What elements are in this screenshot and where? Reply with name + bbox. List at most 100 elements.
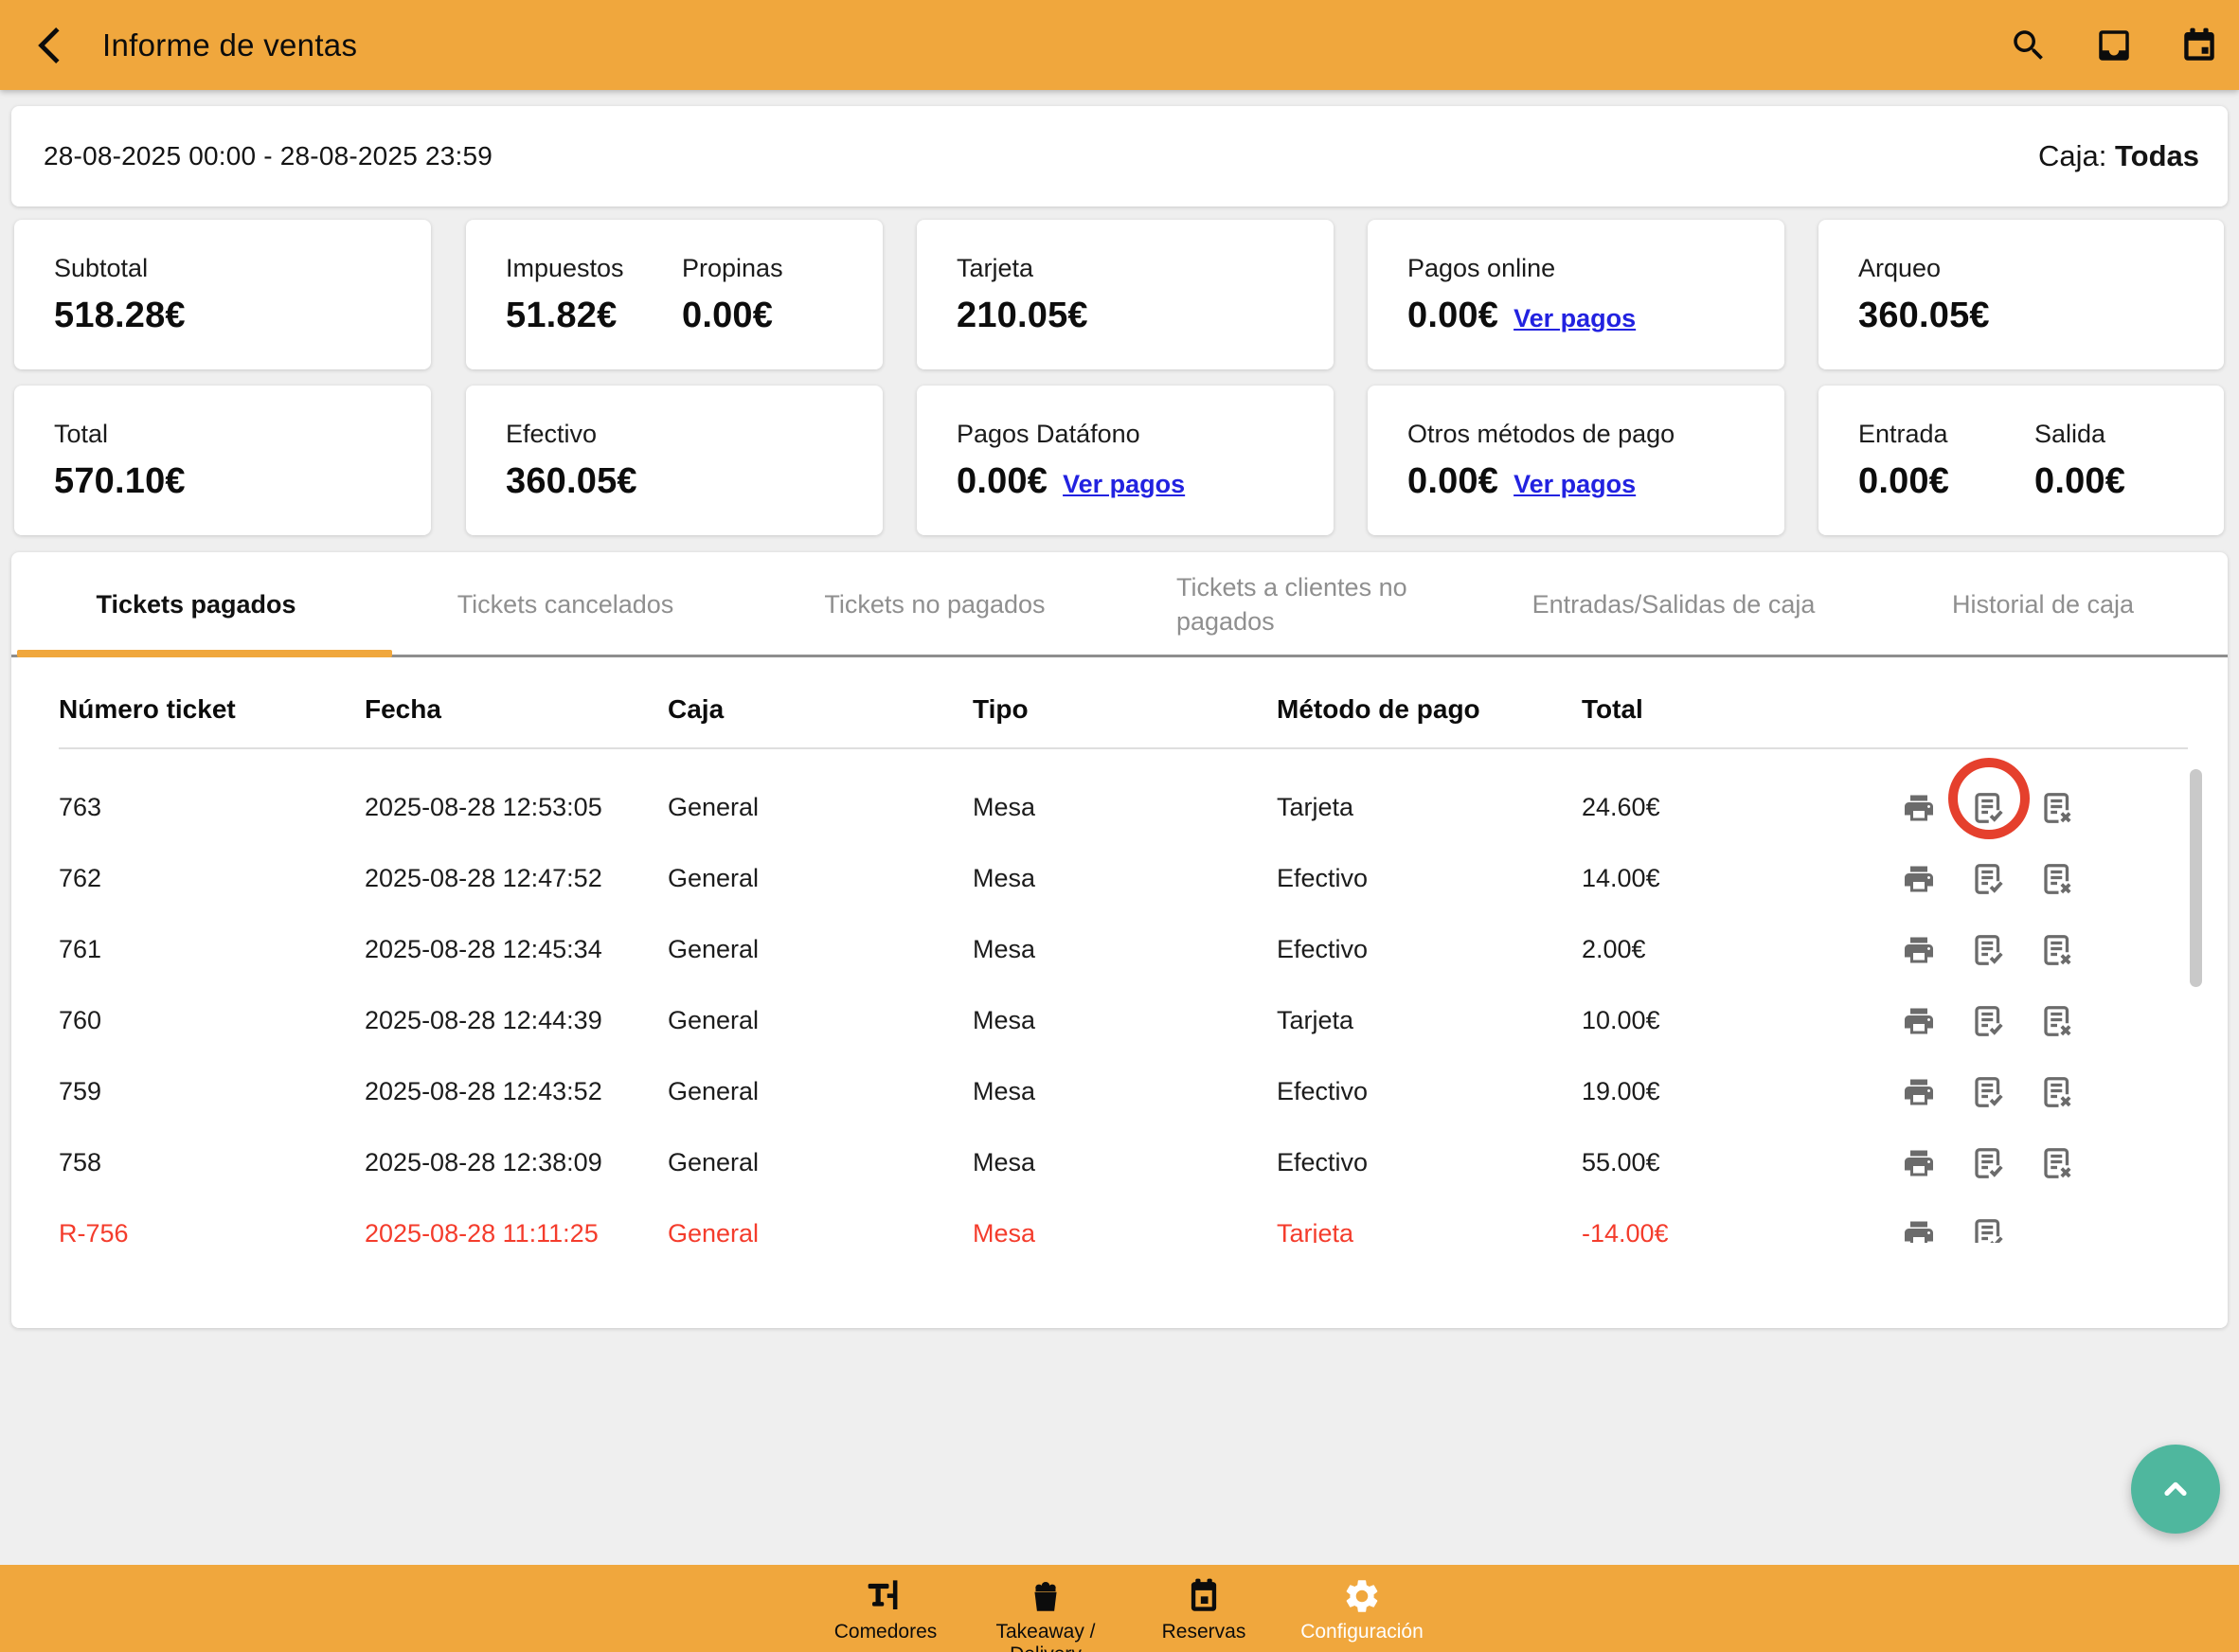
header-divider	[59, 747, 2188, 749]
print-ticket-icon[interactable]	[1899, 1143, 1939, 1183]
card-impuestos-propinas: Impuestos 51.82€ Propinas 0.00€	[466, 220, 883, 369]
col-header-numero-ticket: Número ticket	[59, 694, 365, 725]
card-value: 0.00€	[682, 296, 783, 336]
card-value: 0.00€	[1407, 296, 1498, 336]
card-label: Entrada	[1858, 420, 2034, 449]
active-tab-indicator	[17, 650, 392, 657]
nav-configuracion[interactable]: Configuración	[1286, 1576, 1438, 1643]
tab-tickets-no-pagados[interactable]: Tickets no pagados	[750, 552, 1120, 656]
ticket-cancel-icon[interactable]	[2037, 1143, 2077, 1183]
card-label: Subtotal	[54, 254, 431, 283]
card-total: Total 570.10€	[14, 386, 431, 535]
tab-historial-caja[interactable]: Historial de caja	[1858, 552, 2228, 656]
card-value: 570.10€	[54, 461, 431, 502]
tab-tickets-pagados[interactable]: Tickets pagados	[11, 552, 381, 656]
scroll-to-top-button[interactable]	[2131, 1445, 2220, 1534]
tab-bar: Tickets pagados Tickets cancelados Ticke…	[11, 552, 2228, 656]
caja-label: Caja:	[2038, 139, 2106, 172]
ticket-cancel-icon[interactable]	[2037, 859, 2077, 899]
card-otros-metodos: Otros métodos de pago 0.00€ Ver pagos	[1368, 386, 1784, 535]
col-header-tipo: Tipo	[973, 694, 1277, 725]
card-pagos-online: Pagos online 0.00€ Ver pagos	[1368, 220, 1784, 369]
table-header: Número ticket Fecha Caja Tipo Método de …	[11, 675, 2228, 744]
table-row[interactable]: 762 2025-08-28 12:47:52 General Mesa Efe…	[11, 843, 2228, 914]
print-ticket-icon[interactable]	[1899, 1072, 1939, 1112]
card-label: Tarjeta	[957, 254, 1334, 283]
sales-report-screen: Informe de ventas	[0, 0, 2239, 1652]
ticket-cancel-icon[interactable]	[2037, 930, 2077, 970]
table-row[interactable]: 761 2025-08-28 12:45:34 General Mesa Efe…	[11, 914, 2228, 985]
card-value: 518.28€	[54, 296, 431, 336]
card-subtotal: Subtotal 518.28€	[14, 220, 431, 369]
tab-entradas-salidas[interactable]: Entradas/Salidas de caja	[1489, 552, 1858, 656]
card-value: 0.00€	[2034, 461, 2125, 502]
nav-comedores[interactable]: Comedores	[810, 1576, 961, 1643]
scrollbar-thumb[interactable]	[2190, 769, 2202, 987]
print-ticket-icon[interactable]	[1899, 1214, 1939, 1244]
table-row[interactable]: 759 2025-08-28 12:43:52 General Mesa Efe…	[11, 1056, 2228, 1127]
ticket-paid-icon[interactable]	[1968, 859, 2008, 899]
card-value: 0.00€	[957, 461, 1048, 502]
app-bar: Informe de ventas	[0, 0, 2239, 90]
card-value: 51.82€	[506, 296, 682, 336]
table-row[interactable]: 760 2025-08-28 12:44:39 General Mesa Tar…	[11, 985, 2228, 1056]
col-header-metodo-pago: Método de pago	[1277, 694, 1582, 725]
dining-table-icon	[865, 1576, 906, 1616]
back-button[interactable]	[21, 17, 78, 74]
reservation-book-icon	[1184, 1576, 1224, 1616]
card-label: Pagos online	[1407, 254, 1784, 283]
card-efectivo: Efectivo 360.05€	[466, 386, 883, 535]
card-value: 0.00€	[1407, 461, 1498, 502]
table-row[interactable]: 763 2025-08-28 12:53:05 General Mesa Tar…	[11, 772, 2228, 843]
card-label: Otros métodos de pago	[1407, 420, 1784, 449]
ticket-cancel-icon[interactable]	[2037, 1001, 2077, 1041]
col-header-fecha: Fecha	[365, 694, 668, 725]
col-header-caja: Caja	[668, 694, 973, 725]
card-value: 360.05€	[506, 461, 883, 502]
nav-takeaway-delivery[interactable]: Takeaway / Delivery	[970, 1576, 1121, 1652]
tab-tickets-clientes-no-pagados[interactable]: Tickets a clientes no pagados	[1120, 552, 1489, 656]
back-arrow-icon	[27, 24, 71, 67]
app-bar-actions	[2008, 0, 2220, 90]
ticket-paid-icon[interactable]	[1968, 930, 2008, 970]
print-ticket-icon[interactable]	[1899, 1001, 1939, 1041]
ticket-paid-icon[interactable]	[1968, 1143, 2008, 1183]
ver-pagos-link[interactable]: Ver pagos	[1514, 304, 1636, 333]
inbox-tray-icon[interactable]	[2093, 25, 2135, 66]
ver-pagos-link[interactable]: Ver pagos	[1063, 470, 1185, 499]
filter-bar[interactable]: 28-08-2025 00:00 - 28-08-2025 23:59 Caja…	[11, 106, 2228, 206]
card-value: 210.05€	[957, 296, 1334, 336]
print-ticket-icon[interactable]	[1899, 788, 1939, 828]
print-ticket-icon[interactable]	[1899, 930, 1939, 970]
ticket-cancel-icon[interactable]	[2037, 1072, 2077, 1112]
card-label: Total	[54, 420, 431, 449]
ticket-paid-icon[interactable]	[1968, 1214, 2008, 1244]
gear-icon	[1342, 1576, 1382, 1616]
ticket-cancel-icon[interactable]	[2037, 788, 2077, 828]
tickets-list: 763 2025-08-28 12:53:05 General Mesa Tar…	[11, 751, 2228, 1243]
card-arqueo: Arqueo 360.05€	[1818, 220, 2224, 369]
card-entrada-salida: Entrada 0.00€ Salida 0.00€	[1818, 386, 2224, 535]
search-icon[interactable]	[2008, 25, 2050, 66]
page-title: Informe de ventas	[102, 27, 357, 63]
card-label: Efectivo	[506, 420, 883, 449]
card-tarjeta: Tarjeta 210.05€	[917, 220, 1334, 369]
table-row[interactable]: 758 2025-08-28 12:38:09 General Mesa Efe…	[11, 1127, 2228, 1198]
tickets-panel: Tickets pagados Tickets cancelados Ticke…	[11, 552, 2228, 1328]
print-ticket-icon[interactable]	[1899, 859, 1939, 899]
tab-tickets-cancelados[interactable]: Tickets cancelados	[381, 552, 750, 656]
nav-reservas[interactable]: Reservas	[1128, 1576, 1280, 1643]
card-label: Propinas	[682, 254, 783, 283]
caja-selector[interactable]: Caja: Todas	[2038, 139, 2199, 173]
ticket-paid-icon[interactable]	[1968, 788, 2008, 828]
ticket-paid-icon[interactable]	[1968, 1001, 2008, 1041]
calendar-icon[interactable]	[2178, 25, 2220, 66]
card-label: Salida	[2034, 420, 2125, 449]
chevron-up-icon	[2153, 1466, 2198, 1512]
ticket-paid-icon[interactable]	[1968, 1072, 2008, 1112]
takeaway-bag-icon	[1026, 1576, 1066, 1616]
ver-pagos-link[interactable]: Ver pagos	[1514, 470, 1636, 499]
col-header-total: Total	[1582, 694, 1817, 725]
card-pagos-datafono: Pagos Datáfono 0.00€ Ver pagos	[917, 386, 1334, 535]
table-row-refund[interactable]: R-756 2025-08-28 11:11:25 General Mesa T…	[11, 1198, 2228, 1243]
